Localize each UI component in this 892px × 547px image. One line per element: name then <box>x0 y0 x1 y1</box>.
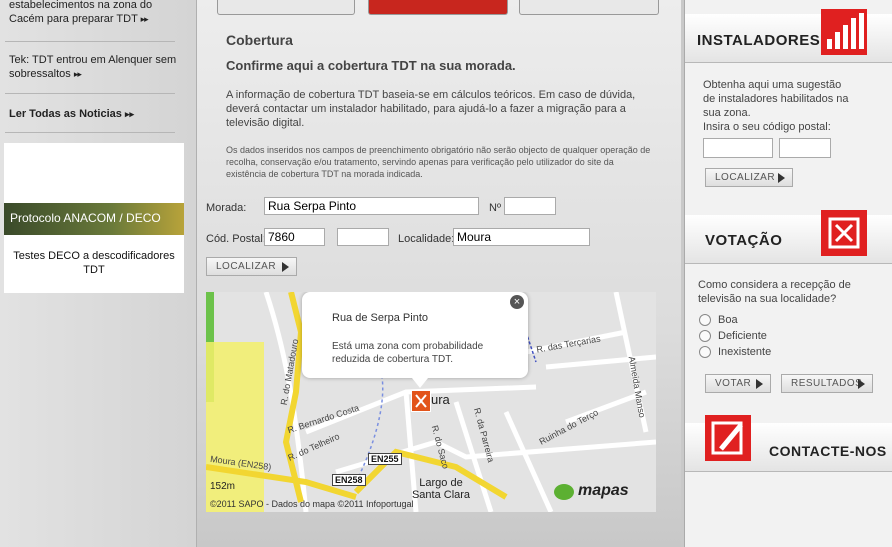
map-label-town: ura <box>431 392 450 407</box>
poll-option-label[interactable]: Deficiente <box>718 329 767 343</box>
legal-notice: Os dados inseridos nos campos de preench… <box>226 145 651 179</box>
page-subtitle: Confirme aqui a cobertura TDT na sua mor… <box>226 58 516 73</box>
poll-option-inexistente-radio[interactable] <box>699 346 711 358</box>
popup-title: Rua de Serpa Pinto <box>332 312 429 324</box>
localidade-label: Localidade: <box>398 233 455 245</box>
divider <box>5 93 175 94</box>
morada-input[interactable]: Rua Serpa Pinto <box>264 197 479 215</box>
tab-button-3[interactable] <box>519 0 659 15</box>
codpostal-label: Cód. Postal: <box>206 233 266 245</box>
instaladores-header: INSTALADORES <box>685 9 892 63</box>
divider <box>5 132 175 133</box>
votacao-title: VOTAÇÃO <box>705 232 783 249</box>
intro-text: A informação de cobertura TDT baseia-se … <box>226 89 636 129</box>
localizar-button[interactable]: LOCALIZAR <box>206 257 297 276</box>
instalador-postal-suffix-input[interactable] <box>779 138 831 158</box>
pencil-icon <box>705 415 751 461</box>
codpostal-prefix-input[interactable]: 7860 <box>264 228 325 246</box>
left-column: estabelecimentos na zona do Cacém para p… <box>0 0 197 547</box>
news-title[interactable]: estabelecimentos na zona do Cacém para p… <box>9 0 152 25</box>
right-column: INSTALADORES Obtenha aqui uma sugestão d… <box>684 0 892 547</box>
morada-label: Morada: <box>206 202 247 214</box>
coverage-map[interactable]: R. Bernardo Costa R. do Telheiro R. do M… <box>206 292 656 512</box>
votar-label[interactable]: VOTAR <box>715 378 751 389</box>
play-arrow-icon[interactable] <box>858 379 865 389</box>
localizar-label[interactable]: LOCALIZAR <box>715 172 775 183</box>
promo-caption[interactable]: Testes DECO a descodificadores TDT <box>4 249 184 277</box>
play-arrow-icon[interactable] <box>756 379 763 389</box>
tab-button-1[interactable] <box>217 0 355 15</box>
divider <box>5 41 175 42</box>
votar-button[interactable]: VOTAR <box>705 374 771 393</box>
play-arrow-icon[interactable] <box>778 173 785 183</box>
news-item-alenquer[interactable]: Tek: TDT entrou em Alenquer sem sobressa… <box>9 53 179 81</box>
read-all-news-link[interactable]: Ler Todas as Noticias ▸▸ <box>9 108 134 120</box>
postal-prompt: Insira o seu código postal: <box>703 121 831 133</box>
poll-question: Como considera a recepção de televisão n… <box>698 279 851 305</box>
localidade-input[interactable]: Moura <box>453 228 590 246</box>
tab-button-cobertura[interactable] <box>368 0 508 15</box>
ballot-icon <box>821 210 867 256</box>
numero-label: Nº <box>489 202 501 214</box>
promo-band-text: Protocolo ANACOM / DECO <box>10 211 161 225</box>
poll-option-boa-radio[interactable] <box>699 314 711 326</box>
contacte-header[interactable]: CONTACTE-NOS <box>685 415 892 472</box>
votacao-header: VOTAÇÃO <box>685 210 892 264</box>
marker-glyph-icon <box>415 394 427 408</box>
instaladores-title: INSTALADORES <box>697 32 821 49</box>
news-title[interactable]: Tek: TDT entrou em Alenquer sem sobressa… <box>9 54 176 80</box>
frog-logo-icon <box>554 484 574 500</box>
page-title: Cobertura <box>226 32 293 48</box>
map-scale: 152m <box>210 481 236 492</box>
promo-band: Protocolo ANACOM / DECO <box>4 203 184 235</box>
poll-option-label[interactable]: Inexistente <box>718 345 771 359</box>
news-item-cacem[interactable]: estabelecimentos na zona do Cacém para p… <box>9 0 179 26</box>
popup-text: Está uma zona com probabilidade reduzida… <box>332 341 484 365</box>
resultados-button[interactable]: RESULTADOS <box>781 374 873 393</box>
contacte-title[interactable]: CONTACTE-NOS <box>769 443 887 459</box>
location-marker-icon[interactable] <box>411 390 431 412</box>
popup-pointer <box>412 378 428 388</box>
poll-option-label[interactable]: Boa <box>718 313 738 327</box>
map-popup: Rua de Serpa Pinto Está uma zona com pro… <box>302 292 528 388</box>
map-label-square: Largo de Santa Clara <box>411 477 471 501</box>
close-icon[interactable]: × <box>510 295 524 309</box>
signal-bars-icon <box>821 9 867 55</box>
instaladores-localizar-button[interactable]: LOCALIZAR <box>705 168 793 187</box>
main-content: Cobertura Confirme aqui a cobertura TDT … <box>197 0 681 547</box>
codpostal-suffix-input[interactable] <box>337 228 389 246</box>
instalador-postal-prefix-input[interactable] <box>703 138 773 158</box>
resultados-label[interactable]: RESULTADOS <box>791 378 862 389</box>
more-arrows-icon[interactable]: ▸▸ <box>125 109 134 119</box>
read-all-label[interactable]: Ler Todas as Noticias <box>9 108 122 120</box>
poll-option-deficiente-radio[interactable] <box>699 330 711 342</box>
mapas-logo: mapas <box>578 482 629 499</box>
road-badge-en258: EN258 <box>332 474 366 486</box>
play-arrow-icon[interactable] <box>282 262 289 272</box>
map-copyright: ©2011 SAPO - Dados do mapa ©2011 Infopor… <box>210 499 414 509</box>
localizar-label[interactable]: LOCALIZAR <box>216 261 276 272</box>
more-arrows-icon[interactable]: ▸▸ <box>141 14 149 24</box>
numero-input[interactable] <box>504 197 556 215</box>
instaladores-text: Obtenha aqui uma sugestão de instaladore… <box>703 79 849 119</box>
more-arrows-icon[interactable]: ▸▸ <box>74 69 82 79</box>
road-badge-en255: EN255 <box>368 453 402 465</box>
promo-banner-deco[interactable]: Protocolo ANACOM / DECO Testes DECO a de… <box>4 143 184 293</box>
